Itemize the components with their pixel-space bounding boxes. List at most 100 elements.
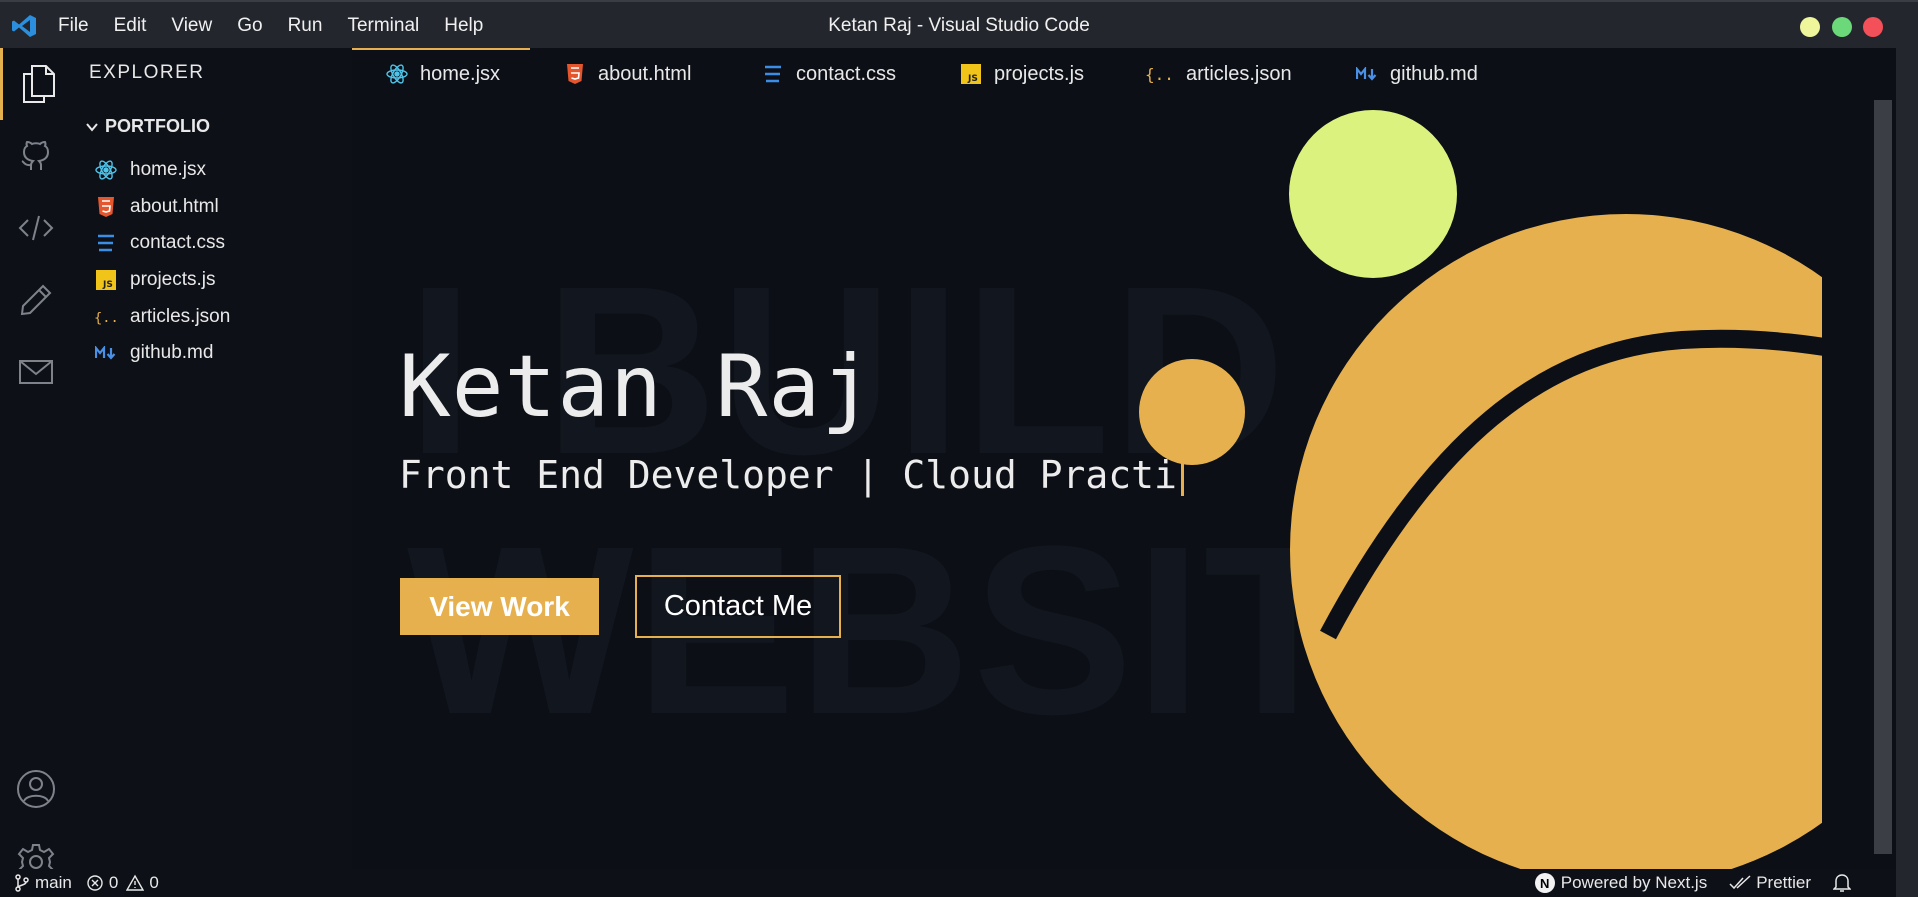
typing-caret <box>1180 450 1184 496</box>
branch-status[interactable]: main <box>14 873 72 893</box>
js-icon: JS <box>94 268 118 292</box>
menu-help[interactable]: Help <box>444 15 483 37</box>
activity-code[interactable] <box>0 192 72 264</box>
file-projects-js[interactable]: JS projects.js <box>94 262 230 299</box>
svg-text:{..}: {..} <box>94 310 118 326</box>
explorer-sidebar: EXPLORER PORTFOLIO home.jsx about.html c… <box>72 48 352 869</box>
code-icon <box>18 215 54 241</box>
tab-projects-js[interactable]: JS projects.js <box>958 48 1084 100</box>
contact-me-button[interactable]: Contact Me <box>635 575 841 638</box>
hero-name: Ketan Raj <box>399 337 874 437</box>
nextjs-icon: N <box>1534 873 1555 893</box>
file-label: github.md <box>130 342 214 364</box>
menu-go[interactable]: Go <box>237 15 262 37</box>
activity-bar <box>0 48 72 880</box>
tab-articles-json[interactable]: {..} articles.json <box>1144 48 1292 100</box>
editor-tabs: home.jsx about.html contact.css JS proje… <box>352 48 1918 100</box>
js-icon: JS <box>958 61 984 87</box>
maximize-button[interactable] <box>1832 17 1852 37</box>
chevron-down-icon <box>86 122 98 132</box>
markdown-icon <box>1354 61 1380 87</box>
menu-run[interactable]: Run <box>288 15 323 37</box>
file-home-jsx[interactable]: home.jsx <box>94 152 230 189</box>
powered-label: Powered by Next.js <box>1560 873 1708 892</box>
json-icon: {..} <box>94 305 118 329</box>
folder-label: PORTFOLIO <box>105 116 210 136</box>
files-icon <box>22 65 55 103</box>
react-icon <box>384 61 410 87</box>
double-check-icon <box>1729 875 1751 890</box>
error-icon <box>87 875 103 891</box>
menu-file[interactable]: File <box>58 15 89 37</box>
tab-home-jsx[interactable]: home.jsx <box>352 48 530 100</box>
markdown-icon <box>94 341 118 365</box>
tab-label: projects.js <box>994 62 1085 85</box>
file-label: articles.json <box>130 305 231 327</box>
file-label: projects.js <box>130 269 216 291</box>
css3-icon <box>760 61 786 87</box>
git-branch-icon <box>15 874 29 892</box>
activity-account[interactable] <box>0 753 72 825</box>
html5-icon <box>94 195 118 219</box>
warning-icon <box>126 874 145 891</box>
status-right: N Powered by Next.js Prettier <box>1513 869 1856 897</box>
react-icon <box>94 158 118 182</box>
tab-contact-css[interactable]: contact.css <box>760 48 896 100</box>
folder-portfolio[interactable]: PORTFOLIO <box>85 116 210 137</box>
editor-area: I BUILD WEBSITES Ketan Raj Front End Dev… <box>352 100 1918 869</box>
activity-explorer[interactable] <box>0 48 72 120</box>
explorer-title: EXPLORER <box>89 62 205 83</box>
svg-text:{..}: {..} <box>1145 65 1175 84</box>
menu-view[interactable]: View <box>171 15 212 37</box>
tab-label: github.md <box>1390 62 1478 85</box>
file-github-md[interactable]: github.md <box>94 335 230 372</box>
menu-edit[interactable]: Edit <box>114 15 147 37</box>
bell-icon <box>1833 874 1851 892</box>
file-label: about.html <box>130 195 219 217</box>
close-button[interactable] <box>1863 17 1883 37</box>
minimize-button[interactable] <box>1800 17 1820 37</box>
mail-icon <box>19 360 53 384</box>
scrollbar-thumb[interactable] <box>1874 100 1892 854</box>
tab-github-md[interactable]: github.md <box>1354 48 1478 100</box>
hero-subtitle: Front End Developer | Cloud Practi <box>399 450 1184 497</box>
file-label: home.jsx <box>130 159 207 181</box>
lime-circle <box>1289 110 1457 278</box>
account-icon <box>17 770 55 808</box>
view-work-button[interactable]: View Work <box>400 578 599 635</box>
hero-subtitle-text: Front End Developer | Cloud Practi <box>399 453 1177 497</box>
prettier-label: Prettier <box>1756 873 1811 892</box>
notifications-status[interactable] <box>1833 873 1856 893</box>
tab-label: articles.json <box>1186 62 1292 85</box>
file-list: home.jsx about.html contact.css JS proje… <box>94 152 230 372</box>
prettier-status[interactable]: Prettier <box>1729 873 1811 893</box>
branch-label: main <box>35 873 72 892</box>
status-left: main 0 0 <box>14 869 173 897</box>
json-icon: {..} <box>1144 61 1176 87</box>
status-bar: main 0 0 N Powered by Next.js Prettier <box>0 869 1896 897</box>
tab-label: home.jsx <box>420 62 501 85</box>
problems-status[interactable]: 0 0 <box>86 873 159 893</box>
github-icon <box>21 140 50 170</box>
editor-scrollbar[interactable] <box>1874 100 1892 854</box>
warning-count: 0 <box>149 873 159 892</box>
file-articles-json[interactable]: {..} articles.json <box>94 298 230 335</box>
pencil-icon <box>20 284 52 316</box>
tab-about-html[interactable]: about.html <box>562 48 691 100</box>
activity-mail[interactable] <box>0 336 72 408</box>
powered-by-status[interactable]: N Powered by Next.js <box>1534 873 1708 893</box>
css3-icon <box>94 231 118 255</box>
file-contact-css[interactable]: contact.css <box>94 225 230 262</box>
tab-label: about.html <box>598 62 692 85</box>
html5-icon <box>562 61 588 87</box>
svg-text:JS: JS <box>967 74 978 84</box>
tab-label: contact.css <box>796 62 897 85</box>
vscode-logo-icon[interactable] <box>11 14 37 38</box>
error-count: 0 <box>108 873 119 892</box>
svg-text:JS: JS <box>102 280 113 290</box>
menu-terminal[interactable]: Terminal <box>347 15 419 37</box>
activity-github[interactable] <box>0 120 72 192</box>
file-about-html[interactable]: about.html <box>94 189 230 226</box>
menu-bar: File Edit View Go Run Terminal Help <box>58 2 508 50</box>
activity-edit[interactable] <box>0 264 72 336</box>
